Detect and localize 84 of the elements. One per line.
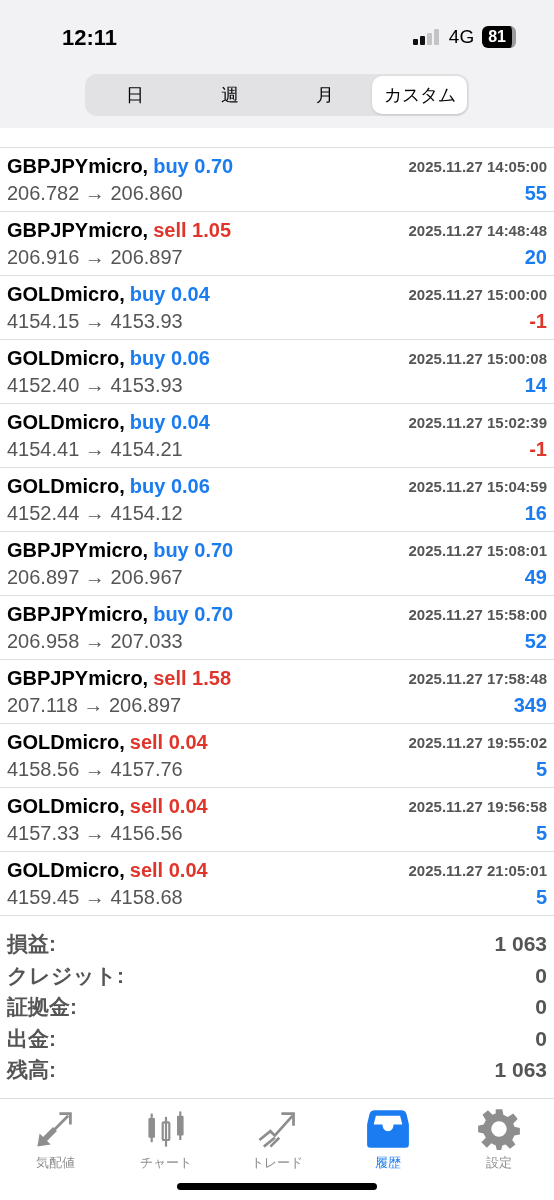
deal-time: 2025.11.27 17:58:48 (408, 668, 547, 689)
period-tab[interactable]: 月 (277, 76, 372, 114)
profit-value: 49 (524, 564, 547, 590)
trade-side: sell 1.58 (153, 665, 231, 691)
settings-icon (476, 1106, 521, 1151)
period-tab[interactable]: カスタム (372, 76, 467, 114)
trade-side: sell 0.04 (129, 857, 208, 883)
symbol-label: GBPJPYmicro, (7, 665, 149, 691)
profit-value: 5 (535, 756, 547, 782)
price-range: 206.782 → 206.860 (7, 180, 183, 206)
battery-indicator: 81 (482, 26, 516, 48)
trade-side: buy 0.70 (153, 153, 234, 179)
symbol-label: GOLDmicro, (7, 345, 125, 371)
profit-value: 14 (524, 372, 547, 398)
profit-value: 55 (524, 180, 547, 206)
trade-side: buy 0.04 (129, 281, 210, 307)
deal-time: 2025.11.27 14:05:00 (408, 156, 547, 177)
symbol-label: GOLDmicro, (7, 793, 125, 819)
tab-bar-item[interactable]: 設定 (443, 1106, 554, 1172)
period-tab[interactable]: 日 (87, 76, 182, 114)
deal-time: 2025.11.27 15:00:00 (408, 284, 547, 305)
symbol-label: GBPJPYmicro, (7, 217, 149, 243)
symbol-label: GBPJPYmicro, (7, 537, 149, 563)
period-tab[interactable]: 週 (182, 76, 277, 114)
signal-icon (412, 29, 441, 45)
trade-side: buy 0.70 (153, 537, 234, 563)
symbol-label: GOLDmicro, (7, 729, 125, 755)
tab-bar-item[interactable]: 気配値 (0, 1106, 111, 1172)
profit-value: 52 (524, 628, 547, 654)
trade-side: buy 0.04 (129, 409, 210, 435)
deal-time: 2025.11.27 21:05:01 (408, 860, 547, 881)
trade-side: sell 1.05 (153, 217, 231, 243)
deal-time: 2025.11.27 15:00:08 (408, 348, 547, 369)
price-range: 4152.44 → 4154.12 (7, 500, 183, 526)
symbol-label: GOLDmicro, (7, 409, 125, 435)
profit-value: 5 (535, 820, 547, 846)
summary-label: 残高: (7, 1057, 56, 1083)
summary-label: 証拠金: (7, 994, 77, 1020)
trade-side: buy 0.70 (153, 601, 234, 627)
summary-value: 0 (535, 962, 547, 989)
price-range: 4154.41 → 4154.21 (7, 436, 183, 462)
tab-bar-item[interactable]: チャート (110, 1106, 222, 1172)
profit-value: 20 (524, 244, 547, 270)
price-range: 206.958 → 207.033 (7, 628, 183, 654)
price-range: 4157.33 → 4156.56 (7, 820, 183, 846)
summary-label: 出金: (7, 1025, 56, 1052)
symbol-label: GBPJPYmicro, (7, 601, 149, 627)
trade-side: sell 0.04 (129, 729, 208, 755)
summary-label: 損益: (7, 931, 56, 957)
price-range: 4152.40 → 4153.93 (7, 372, 183, 398)
profit-value: -1 (529, 436, 547, 462)
deal-time: 2025.11.27 15:58:00 (408, 604, 547, 625)
summary-value: 0 (535, 1025, 547, 1052)
network-label: 4G (448, 24, 475, 49)
deal-time: 2025.11.27 19:56:58 (408, 796, 547, 817)
price-range: 4159.45 → 4158.68 (7, 884, 183, 910)
tab-bar-item[interactable]: トレード (221, 1106, 333, 1172)
summary-label: クレジット: (7, 962, 124, 989)
price-range: 4154.15 → 4153.93 (7, 308, 183, 334)
trade-side: buy 0.06 (129, 345, 210, 371)
summary-value: 1 063 (494, 1057, 547, 1083)
deal-time: 2025.11.27 14:48:48 (408, 220, 547, 241)
summary-value: 0 (535, 994, 547, 1020)
profit-value: -1 (529, 308, 547, 334)
profit-value: 16 (524, 500, 547, 526)
symbol-label: GOLDmicro, (7, 473, 125, 499)
tab-bar-item[interactable]: 履歴 (332, 1106, 444, 1172)
price-range: 206.916 → 206.897 (7, 244, 183, 270)
status-time: 12:11 (62, 23, 118, 52)
price-range: 4158.56 → 4157.76 (7, 756, 183, 782)
profit-value: 5 (535, 884, 547, 910)
profit-value: 349 (513, 692, 547, 718)
symbol-label: GOLDmicro, (7, 857, 125, 883)
price-range: 206.897 → 206.967 (7, 564, 183, 590)
trade-side: buy 0.06 (129, 473, 210, 499)
deal-time: 2025.11.27 15:08:01 (408, 540, 547, 561)
symbol-label: GOLDmicro, (7, 281, 125, 307)
deal-time: 2025.11.27 15:04:59 (408, 476, 547, 497)
symbol-label: GBPJPYmicro, (7, 153, 149, 179)
deal-time: 2025.11.27 19:55:02 (408, 732, 547, 753)
trade-side: sell 0.04 (129, 793, 208, 819)
summary-value: 1 063 (494, 931, 547, 957)
deal-time: 2025.11.27 15:02:39 (408, 412, 547, 433)
price-range: 207.118 → 206.897 (7, 692, 182, 718)
